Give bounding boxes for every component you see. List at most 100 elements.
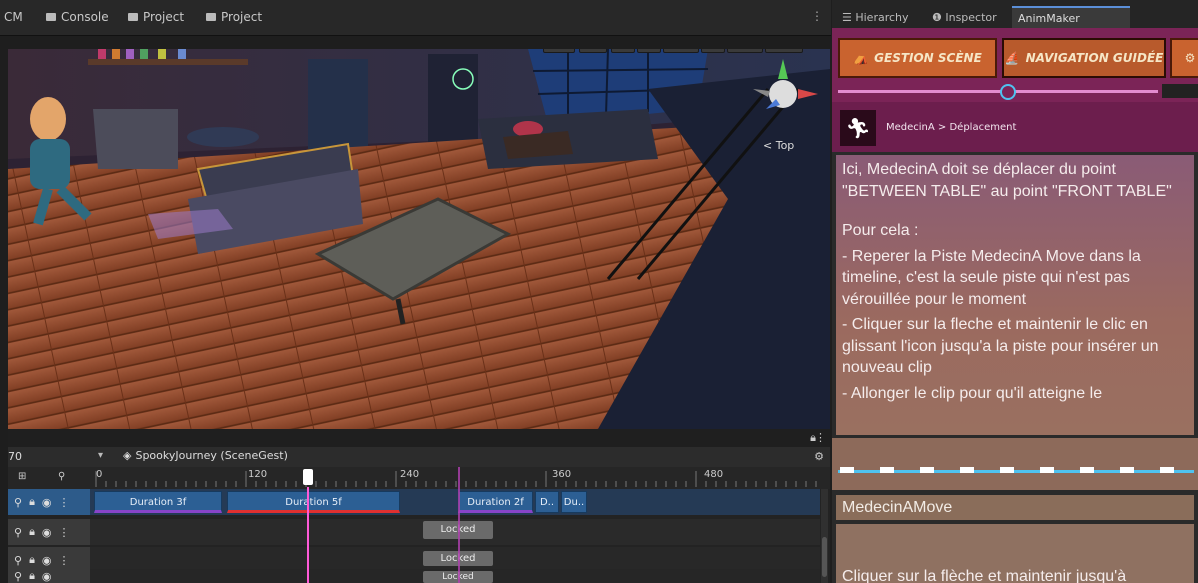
clip-5[interactable]: Du.. — [561, 491, 587, 513]
tab-project-2[interactable]: Project — [206, 10, 262, 24]
tab-inspector[interactable]: ❶ Inspector — [932, 11, 997, 24]
draw-mode-button[interactable]: ◯▾ — [543, 49, 575, 53]
clip-1[interactable]: Duration 3f — [94, 491, 222, 513]
settings-gear-icon[interactable]: ⚙ — [1170, 38, 1198, 78]
timeline-asset-label[interactable]: ◈ SpookyJourney (SceneGest) — [123, 449, 288, 462]
eye-icon[interactable]: ◉ — [42, 496, 52, 509]
folder-icon — [128, 13, 138, 21]
pin-icon[interactable]: ⚲ — [14, 554, 22, 567]
lock-icon[interactable]: 🔒︎ — [29, 553, 35, 567]
instructions-box: Ici, MedecinA doit se déplacer du point … — [836, 155, 1194, 435]
mini-timeline-marker — [1000, 467, 1014, 473]
lock-icon[interactable]: 🔒︎ — [29, 495, 35, 509]
mini-timeline-marker — [960, 467, 974, 473]
timeline-panel: 🔒︎ ⋮ 70 ▾ ◈ SpookyJourney (SceneGest) ⚙ … — [8, 429, 830, 583]
timeline-menu-icon[interactable]: ⋮ — [815, 431, 826, 444]
lock-icon[interactable]: 🔒︎ — [29, 569, 35, 583]
ruler-label-120: 120 — [248, 469, 268, 480]
gizmo-view-label: < Top — [763, 139, 795, 152]
track-menu-icon[interactable]: ⋮ — [59, 554, 70, 567]
timeline-ruler[interactable]: ⊞ ⚲ 0 120 240 360 480 — [8, 467, 830, 489]
track-header[interactable]: ⚲ 🔒︎ ◉ ⋮ — [8, 489, 90, 515]
mini-timeline-marker — [1160, 467, 1174, 473]
navigation-guidee-button[interactable]: ⛵ NAVIGATION GUIDÉE — [1002, 38, 1166, 78]
tab-project-1[interactable]: Project — [128, 10, 184, 24]
instructions-heading: Pour cela : — [842, 222, 919, 239]
frame-field[interactable]: 70 — [8, 450, 22, 463]
chevron-down-icon[interactable]: ▾ — [98, 450, 103, 461]
scene-viewport[interactable]: < Top ◯▾ 2D 💡 ♪ ✦▾ ⊘ ▭▾ ⊕▾ — [8, 49, 830, 429]
slider-track — [838, 90, 1158, 93]
scene-toolbar: ◯▾ 2D 💡 ♪ ✦▾ ⊘ ▭▾ ⊕▾ — [543, 49, 830, 53]
ruler-label-360: 360 — [552, 469, 572, 480]
camera-icon[interactable]: ▭▾ — [727, 49, 763, 53]
eye-icon[interactable]: ◉ — [42, 526, 52, 539]
toggle-2d-button[interactable]: 2D — [579, 49, 607, 53]
gizmos-icon[interactable]: ⊕▾ — [765, 49, 803, 53]
mini-timeline-marker — [920, 467, 934, 473]
timeline-header: 70 ▾ ◈ SpookyJourney (SceneGest) ⚙ — [8, 447, 830, 467]
gestion-scene-button[interactable]: ⛺ GESTION SCÈNE — [838, 38, 997, 78]
cube-icon: ◈ — [123, 449, 132, 462]
slider-end — [1162, 84, 1198, 98]
pin-icon[interactable]: ⚲ — [14, 570, 22, 583]
scene-render — [8, 49, 830, 429]
mini-timeline-marker — [880, 467, 894, 473]
mini-timeline-marker — [1080, 467, 1094, 473]
instructions-step-1: - Reperer la Piste MedecinA Move dans la… — [842, 247, 1141, 308]
mode-nav: ⛺ GESTION SCÈNE ⛵ NAVIGATION GUIDÉE ⚙ — [832, 28, 1198, 80]
track-row-locked-3[interactable]: ⚲🔒︎◉ Locked — [8, 569, 820, 583]
breadcrumb-bar: 🏃︎ MedecinA > Déplacement — [832, 102, 1198, 152]
clip-2[interactable]: Duration 5f — [227, 491, 400, 513]
lighting-icon[interactable]: 💡 — [611, 49, 635, 53]
clip-4[interactable]: D.. — [535, 491, 559, 513]
breadcrumb: MedecinA > Déplacement — [886, 122, 1017, 133]
playhead-handle[interactable] — [303, 469, 313, 485]
pin-icon[interactable]: ⚲ — [14, 496, 22, 509]
boat-icon: ⛵ — [1004, 51, 1020, 65]
mini-timeline-marker — [840, 467, 854, 473]
mini-timeline-marker — [1120, 467, 1134, 473]
scrollbar-thumb[interactable] — [822, 537, 827, 577]
progress-slider[interactable] — [832, 80, 1198, 102]
tab-animmaker[interactable]: AnimMaker — [1012, 6, 1130, 30]
tab-cm[interactable]: CM — [4, 10, 23, 24]
running-man-icon: 🏃︎ — [840, 110, 876, 146]
more-menu-icon[interactable]: ⋮ — [811, 9, 823, 23]
mini-timeline — [832, 438, 1198, 490]
effects-icon[interactable]: ✦▾ — [663, 49, 699, 53]
track-header[interactable]: ⚲ 🔒︎ ◉ — [8, 569, 90, 583]
instructions-intro: Ici, MedecinA doit se déplacer du point … — [842, 161, 1172, 200]
scene-icon: ⛺ — [853, 51, 869, 65]
lock-icon[interactable]: 🔒︎ — [29, 525, 35, 539]
tab-hierarchy[interactable]: ☰ Hierarchy — [842, 11, 909, 24]
tab-console[interactable]: Console — [46, 10, 109, 24]
track-row-locked-1[interactable]: ⚲🔒︎◉⋮ Locked — [8, 519, 820, 545]
instructions-step-3: - Allonger le clip pour qu'il atteigne l… — [842, 384, 1103, 402]
folder-icon — [206, 13, 216, 21]
track-menu-icon[interactable]: ⋮ — [59, 496, 70, 509]
hidden-objects-icon[interactable]: ⊘ — [701, 49, 725, 53]
track-row-active[interactable]: ⚲ 🔒︎ ◉ ⋮ Duration 3f Duration 5f Duration 2… — [8, 489, 820, 515]
track-menu-icon[interactable]: ⋮ — [59, 526, 70, 539]
track-name-label: MedecinAMove — [836, 495, 1194, 520]
settings-gear-icon[interactable]: ⚙ — [814, 450, 824, 463]
next-instruction-text: Cliquer sur la flèche et maintenir jusqu… — [842, 568, 1127, 583]
slider-thumb[interactable] — [1000, 84, 1016, 100]
track-header[interactable]: ⚲ 🔒︎ ◉ ⋮ — [8, 519, 90, 545]
marker-line — [458, 467, 460, 583]
add-track-icon[interactable]: ⊞ — [18, 471, 26, 482]
instructions-step-2: - Cliquer sur la fleche et maintenir le … — [842, 316, 1159, 376]
mini-timeline-ticks — [840, 467, 1174, 473]
audio-icon[interactable]: ♪ — [637, 49, 661, 53]
eye-icon[interactable]: ◉ — [42, 570, 52, 583]
timeline-tabbar: 🔒︎ ⋮ — [8, 429, 830, 447]
eye-icon[interactable]: ◉ — [42, 554, 52, 567]
ruler-label-240: 240 — [400, 469, 420, 480]
timeline-scrollbar[interactable] — [821, 489, 828, 583]
ruler-label-0: 0 — [96, 469, 103, 480]
clip-3[interactable]: Duration 2f — [458, 491, 533, 513]
right-tab-bar: ☰ Hierarchy ❶ Inspector AnimMaker — [832, 0, 1198, 30]
pin-icon[interactable]: ⚲ — [58, 471, 65, 482]
pin-icon[interactable]: ⚲ — [14, 526, 22, 539]
